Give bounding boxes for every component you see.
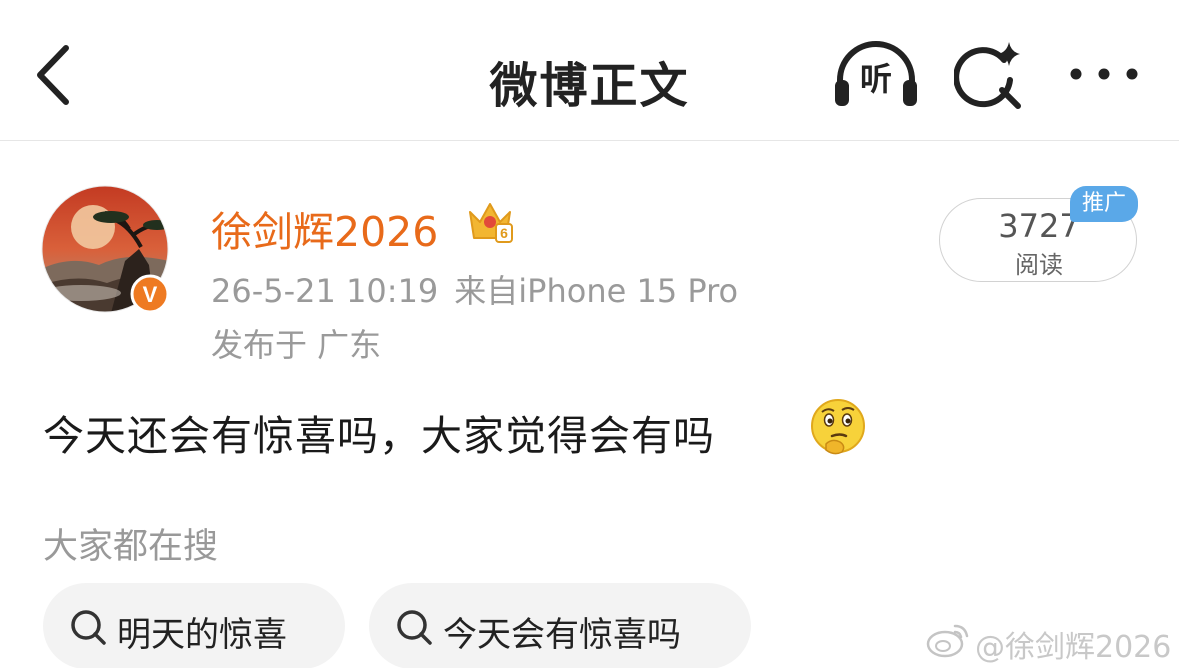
search-button[interactable] xyxy=(953,40,1024,110)
read-label: 阅读 xyxy=(1015,251,1063,279)
listen-label: 听 xyxy=(859,60,892,98)
watermark-text: @徐剑辉2026 xyxy=(975,630,1172,665)
search-suggestion-chip[interactable]: 今天会有惊喜吗 xyxy=(369,583,751,668)
verified-badge-icon: V xyxy=(130,274,170,314)
search-icon xyxy=(397,610,432,645)
more-options-button[interactable] xyxy=(1066,50,1142,100)
chevron-left-icon xyxy=(37,45,69,105)
suggestion-text: 今天会有惊喜吗 xyxy=(443,615,681,655)
listen-button[interactable]: 听 xyxy=(832,36,920,110)
post-meta: 26-5-21 10:19 来自iPhone 15 Pro xyxy=(211,266,754,312)
post-timestamp: 26-5-21 10:19 xyxy=(211,272,439,310)
author-avatar[interactable]: V xyxy=(41,185,170,314)
post-body-text: 今天还会有惊喜吗，大家觉得会有吗 xyxy=(43,412,715,460)
thinking-face-emoji xyxy=(811,399,865,455)
post-location: 发布于 广东 xyxy=(211,326,382,364)
weibo-post-page: 微博正文 听 V 徐剑辉2026 6 26-5-21 10:19 来自iPhon… xyxy=(0,0,1179,668)
membership-level: 6 xyxy=(500,225,508,241)
promote-badge[interactable]: 推广 xyxy=(1070,186,1138,222)
more-dots-icon xyxy=(1070,68,1138,80)
suggestion-text: 明天的惊喜 xyxy=(117,615,287,655)
search-suggestion-chip[interactable]: 明天的惊喜 xyxy=(43,583,345,668)
author-name[interactable]: 徐剑辉2026 xyxy=(211,198,438,258)
crown-icon: 6 xyxy=(469,203,513,243)
weibo-logo-icon xyxy=(926,624,969,658)
back-button[interactable] xyxy=(30,42,80,108)
watermark: @徐剑辉2026 xyxy=(925,618,1179,665)
trending-search-label: 大家都在搜 xyxy=(43,527,219,567)
top-nav-bar: 微博正文 听 xyxy=(0,0,1179,141)
verified-badge-label: V xyxy=(143,282,158,307)
search-icon xyxy=(71,610,106,645)
search-sparkle-icon xyxy=(953,42,1021,109)
post-source: 来自iPhone 15 Pro xyxy=(454,272,739,310)
